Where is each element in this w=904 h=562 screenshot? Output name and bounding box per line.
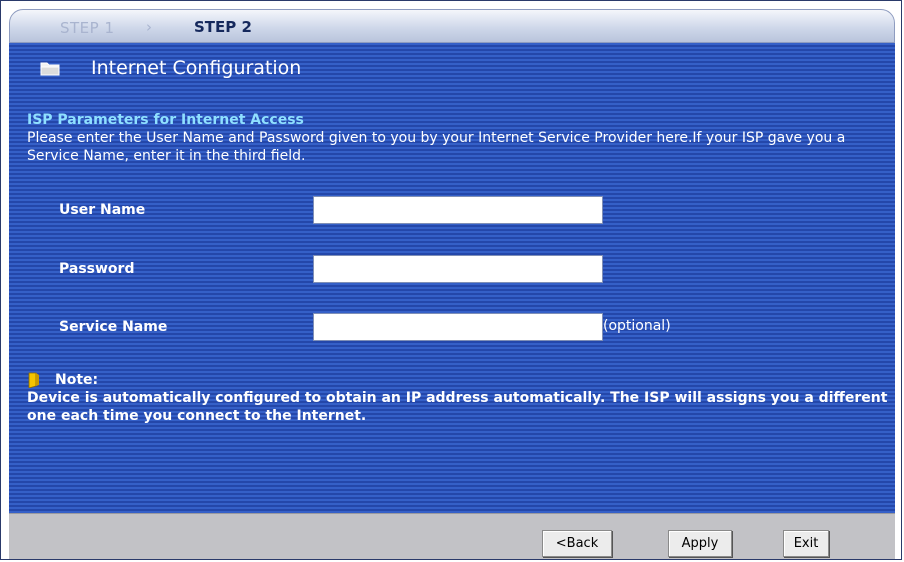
password-input[interactable] (313, 255, 603, 283)
folder-icon (40, 62, 60, 76)
section-title: ISP Parameters for Internet Access (27, 112, 304, 128)
username-label: User Name (59, 202, 146, 218)
step-1-label: STEP 1 (60, 19, 115, 37)
note-icon (28, 372, 39, 388)
main-panel: Internet Configuration ISP Parameters fo… (9, 43, 895, 513)
instructions-text: Please enter the User Name and Password … (27, 130, 846, 164)
page-title: Internet Configuration (91, 57, 302, 79)
note-text: Device is automatically configured to ob… (27, 390, 888, 424)
optional-hint: (optional) (603, 318, 671, 334)
step-arrow-icon: › (146, 18, 152, 36)
username-input[interactable] (313, 196, 603, 224)
wizard-window: STEP 1 › STEP 2 Internet Configuration I… (0, 0, 902, 560)
service-name-input[interactable] (313, 313, 603, 341)
back-button[interactable]: <Back (542, 530, 612, 557)
step-bar: STEP 1 › STEP 2 (9, 9, 895, 43)
exit-button[interactable]: Exit (783, 530, 829, 557)
note-title: Note: (55, 372, 99, 388)
button-bar: <Back Apply Exit (9, 513, 895, 559)
step-2-label: STEP 2 (194, 18, 252, 36)
password-label: Password (59, 261, 135, 277)
service-name-label: Service Name (59, 319, 168, 335)
apply-button[interactable]: Apply (668, 530, 732, 557)
